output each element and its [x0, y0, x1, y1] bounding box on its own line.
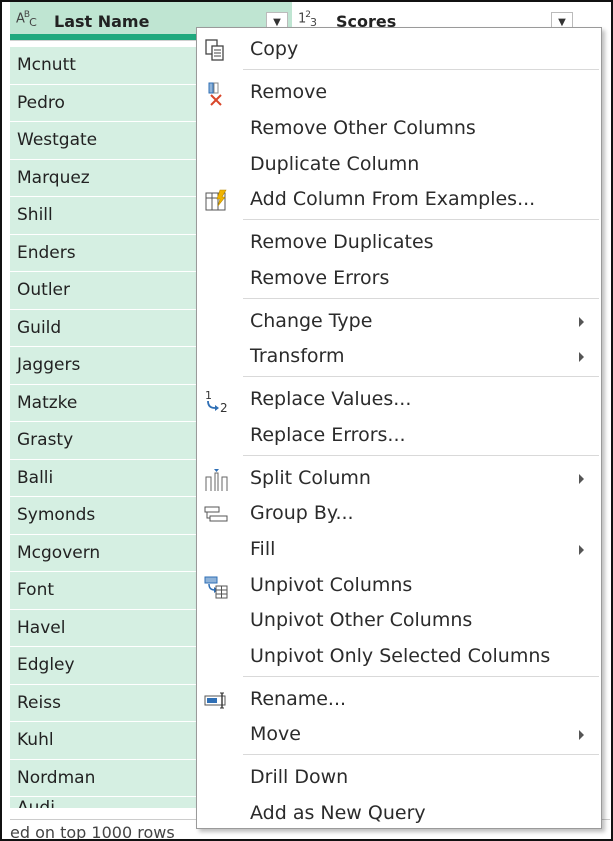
menu-item-label: Unpivot Other Columns	[250, 609, 473, 631]
context-menu: Copy Remove Remove Other Columns Duplicate …	[196, 27, 602, 829]
menu-item-fill[interactable]: Fill	[197, 534, 601, 567]
split-column-icon	[203, 467, 229, 493]
app-frame: ABC Last Name ▼ 123 Scores ▼ Mcnutt Pedro…	[0, 0, 613, 841]
menu-item-remove-other-columns[interactable]: Remove Other Columns	[197, 113, 601, 146]
menu-item-remove-duplicates[interactable]: Remove Duplicates	[197, 227, 601, 260]
menu-item-transform[interactable]: Transform	[197, 341, 601, 374]
menu-item-split-column[interactable]: Split Column	[197, 463, 601, 496]
chevron-right-icon	[579, 545, 584, 555]
menu-item-label: Unpivot Columns	[250, 574, 413, 596]
menu-item-move[interactable]: Move	[197, 719, 601, 752]
menu-item-label: Add Column From Examples...	[250, 188, 536, 210]
menu-item-group-by[interactable]: Group By...	[197, 498, 601, 531]
menu-item-label: Rename...	[250, 688, 347, 710]
add-column-examples-icon	[203, 188, 229, 214]
menu-item-remove[interactable]: Remove	[197, 77, 601, 110]
menu-item-label: Change Type	[250, 310, 373, 332]
copy-icon	[203, 38, 229, 64]
menu-item-label: Group By...	[250, 502, 354, 524]
menu-item-label: Transform	[250, 345, 345, 367]
text-type-icon[interactable]: ABC	[16, 10, 37, 29]
group-by-icon	[203, 502, 229, 528]
menu-item-label: Duplicate Column	[250, 153, 420, 175]
menu-item-label: Replace Errors...	[250, 424, 406, 446]
menu-item-remove-errors[interactable]: Remove Errors	[197, 263, 601, 296]
unpivot-icon	[203, 574, 229, 600]
menu-item-drill-down[interactable]: Drill Down	[197, 762, 601, 795]
menu-separator	[243, 676, 599, 677]
menu-item-unpivot-only-selected-columns[interactable]: Unpivot Only Selected Columns	[197, 641, 601, 674]
menu-separator	[243, 455, 599, 456]
menu-item-change-type[interactable]: Change Type	[197, 306, 601, 339]
menu-item-label: Fill	[250, 538, 276, 560]
column-header-label: Last Name	[54, 12, 150, 31]
rename-icon	[203, 688, 229, 714]
svg-text:2: 2	[220, 401, 228, 414]
menu-item-duplicate-column[interactable]: Duplicate Column	[197, 149, 601, 182]
menu-item-copy[interactable]: Copy	[197, 34, 601, 67]
menu-separator	[243, 298, 599, 299]
menu-item-replace-errors[interactable]: Replace Errors...	[197, 420, 601, 453]
remove-column-icon	[203, 81, 229, 107]
chevron-right-icon	[579, 730, 584, 740]
menu-item-label: Drill Down	[250, 766, 349, 788]
svg-text:1: 1	[205, 389, 212, 402]
menu-item-label: Split Column	[250, 467, 371, 489]
menu-item-label: Remove Duplicates	[250, 231, 434, 253]
menu-item-label: Unpivot Only Selected Columns	[250, 645, 551, 667]
replace-values-icon: 12	[203, 388, 229, 415]
menu-item-add-column-from-examples[interactable]: Add Column From Examples...	[197, 184, 601, 217]
menu-item-label: Remove	[250, 81, 328, 103]
menu-item-replace-values[interactable]: 1 2 Replace Values...	[197, 384, 601, 417]
chevron-right-icon	[579, 317, 584, 327]
menu-item-label: Add as New Query	[250, 802, 426, 824]
menu-separator	[243, 69, 599, 70]
menu-item-label: Remove Errors	[250, 267, 390, 289]
menu-item-label: Remove Other Columns	[250, 117, 476, 139]
menu-item-add-as-new-query[interactable]: Add as New Query	[197, 798, 601, 831]
menu-separator	[243, 376, 599, 377]
chevron-right-icon	[579, 352, 584, 362]
status-text: ed on top 1000 rows	[10, 823, 175, 841]
menu-item-label: Move	[250, 723, 301, 745]
menu-item-rename[interactable]: Rename...	[197, 684, 601, 717]
menu-item-label: Replace Values...	[250, 388, 412, 410]
menu-item-label: Copy	[250, 38, 299, 60]
menu-item-unpivot-columns[interactable]: Unpivot Columns	[197, 570, 601, 603]
menu-separator	[243, 219, 599, 220]
chevron-right-icon	[579, 474, 584, 484]
menu-item-unpivot-other-columns[interactable]: Unpivot Other Columns	[197, 605, 601, 638]
menu-separator	[243, 754, 599, 755]
